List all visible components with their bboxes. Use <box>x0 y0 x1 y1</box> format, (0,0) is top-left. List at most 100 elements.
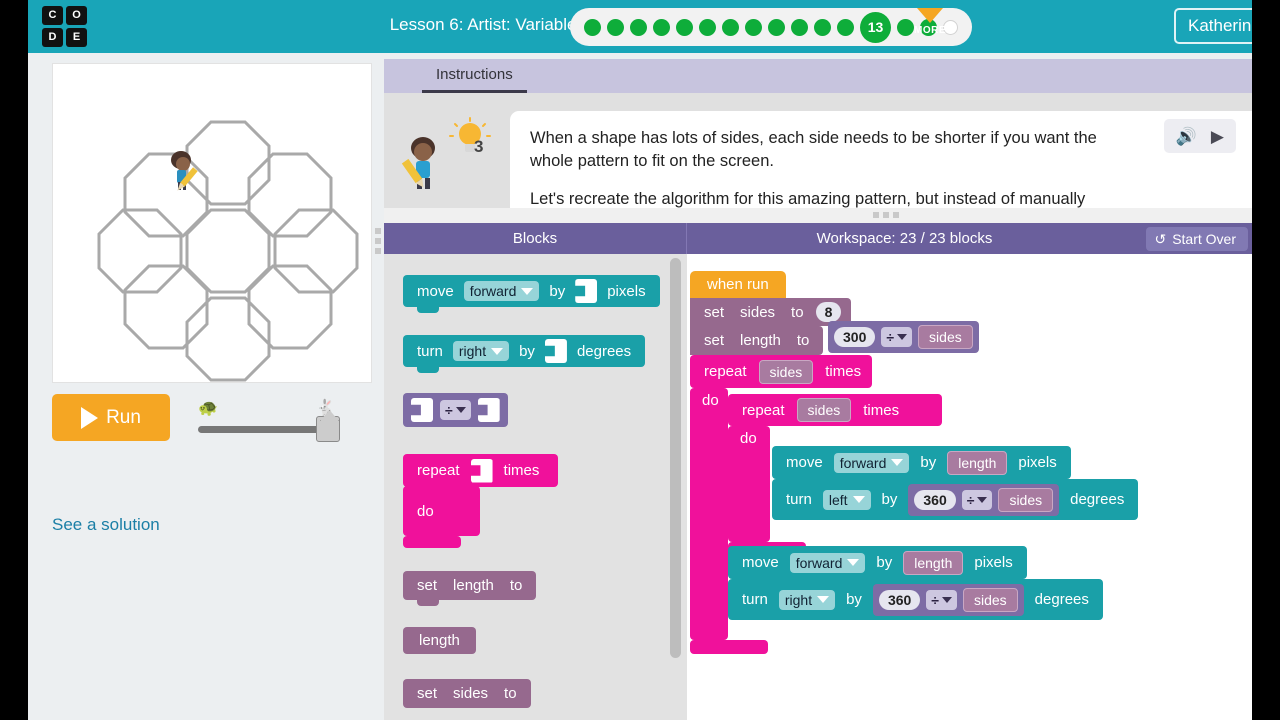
see-a-solution-link[interactable]: See a solution <box>52 515 160 535</box>
speed-slider-handle[interactable] <box>316 416 340 442</box>
number-input-8[interactable]: 8 <box>815 302 842 322</box>
play-icon[interactable]: ▶ <box>1211 128 1224 145</box>
block-word-degrees: degrees <box>1034 591 1089 608</box>
block-word-turn: turn <box>417 342 443 360</box>
workspace-block-turn-right-outer[interactable]: turn right by 360 ÷ sides degrees <box>728 579 1103 620</box>
progress-bubble-10[interactable] <box>791 18 808 36</box>
start-over-button[interactable]: ↺ Start Over <box>1146 227 1248 251</box>
workspace-block-move-forward-inner[interactable]: move forward by length pixels <box>772 446 1071 479</box>
palette-block-turn-right[interactable]: turn right by degrees <box>403 335 646 373</box>
value-slot[interactable] <box>575 279 598 303</box>
block-word-to: to <box>791 303 804 321</box>
block-word-by: by <box>876 554 893 571</box>
number-input-360[interactable]: 360 <box>878 589 921 610</box>
direction-dropdown[interactable]: right <box>778 589 836 610</box>
workspace-block-when-run[interactable]: when run <box>690 271 786 298</box>
progress-bubble-1[interactable] <box>584 18 601 36</box>
panel-splitter[interactable] <box>375 208 1252 254</box>
value-slot[interactable] <box>470 458 493 483</box>
palette-scrollbar[interactable] <box>670 258 681 658</box>
palette-block-set-sides[interactable]: set sides to <box>403 679 531 708</box>
operator-value: ÷ <box>445 402 453 418</box>
progress-bubble-current[interactable]: 13 <box>860 11 891 43</box>
variable-pill-length[interactable]: length <box>903 550 964 575</box>
variable-pill-sides[interactable]: sides <box>962 587 1018 612</box>
speed-slider[interactable]: 🐢 🐇 <box>198 398 343 442</box>
artist-canvas[interactable] <box>52 63 372 383</box>
workspace-block-set-length[interactable]: set length to <box>690 326 824 355</box>
codeorg-logo[interactable]: C O D E <box>42 6 88 48</box>
speed-slider-track[interactable] <box>198 426 335 433</box>
instructions-panel: Instructions 3 When a shape has lots of … <box>384 53 1252 236</box>
workspace-block-inner-repeat[interactable]: repeat sides times <box>728 394 942 426</box>
operator-dropdown[interactable]: ÷ <box>961 489 993 510</box>
progress-bubble-6[interactable] <box>699 18 716 36</box>
lesson-title: Lesson 6: Artist: Variables <box>389 15 585 34</box>
tab-instructions[interactable]: Instructions <box>422 59 527 93</box>
workspace-block-turn-left-inner[interactable]: turn left by 360 ÷ sides degrees <box>772 479 1139 520</box>
workspace-block-move-forward-outer[interactable]: move forward by length pixels <box>728 546 1027 579</box>
progress-bubble-4[interactable] <box>653 18 670 36</box>
progress-bubble-9[interactable] <box>768 18 785 36</box>
progress-bubble-3[interactable] <box>630 18 647 36</box>
user-menu-button[interactable]: Katherin <box>1174 8 1252 44</box>
value-slot[interactable] <box>544 339 567 363</box>
progress-bubble-12[interactable] <box>837 18 854 36</box>
run-button[interactable]: Run <box>52 394 170 441</box>
progress-bubble-8[interactable] <box>745 18 762 36</box>
workspace-block-division-length[interactable]: 300 ÷ sides <box>828 321 979 353</box>
number-input-360[interactable]: 360 <box>914 489 956 510</box>
progress-bubble-11[interactable] <box>814 18 831 36</box>
operator-dropdown[interactable]: ÷ <box>440 400 471 420</box>
palette-block-repeat[interactable]: repeat times <box>403 454 558 487</box>
direction-dropdown[interactable]: forward <box>833 452 910 473</box>
block-workspace[interactable]: when run set sides to 8 set length to 30… <box>688 254 1252 720</box>
horizontal-drag-handle[interactable] <box>873 212 899 218</box>
block-word-set: set <box>417 577 438 594</box>
vertical-drag-handle[interactable] <box>375 228 381 254</box>
block-word-set: set <box>417 685 438 702</box>
operator-value: ÷ <box>966 491 975 508</box>
direction-dropdown[interactable]: forward <box>789 552 866 573</box>
more-lessons-button[interactable]: MORE <box>906 8 954 36</box>
instructions-action-group: 🔊 ▶ <box>1163 119 1236 153</box>
variable-pill-sides[interactable]: sides <box>998 487 1054 512</box>
operator-dropdown[interactable]: ÷ <box>926 589 957 610</box>
variable-pill-sides[interactable]: sides <box>758 359 814 384</box>
progress-bubble-2[interactable] <box>607 18 624 36</box>
palette-block-set-length[interactable]: set length to <box>403 571 537 606</box>
variable-pill-length[interactable]: length <box>947 450 1008 475</box>
palette-block-repeat-do[interactable]: do <box>403 486 480 536</box>
number-input-300[interactable]: 300 <box>834 327 876 347</box>
progress-bubble-5[interactable] <box>676 18 693 36</box>
workspace-block-inner-repeat-body[interactable]: do <box>728 426 770 542</box>
palette-block-length-variable[interactable]: length <box>403 627 476 654</box>
chevron-down-icon <box>521 287 534 295</box>
variable-pill-sides[interactable]: sides <box>796 398 852 422</box>
direction-dropdown[interactable]: right <box>452 341 510 361</box>
direction-dropdown[interactable]: forward <box>463 281 540 301</box>
workspace-block-division-outer[interactable]: 360 ÷ sides <box>872 583 1024 616</box>
progress-bubble-7[interactable] <box>722 18 739 36</box>
variable-pill-sides[interactable]: sides <box>918 325 973 349</box>
palette-block-repeat-foot <box>403 536 461 548</box>
workspace-block-division-inner[interactable]: 360 ÷ sides <box>908 483 1060 516</box>
refresh-icon: ↺ <box>1154 231 1167 247</box>
operator-dropdown[interactable]: ÷ <box>881 327 913 347</box>
block-variable-sides: sides <box>453 685 489 702</box>
workspace-block-outer-repeat[interactable]: repeat sides times <box>690 355 872 388</box>
workspace-block-set-sides[interactable]: set sides to 8 <box>690 298 852 326</box>
value-slot-right[interactable] <box>477 398 500 422</box>
block-word-pixels: pixels <box>974 554 1013 571</box>
left-letterbox-bar <box>0 0 28 720</box>
direction-dropdown-value: forward <box>795 554 843 571</box>
direction-dropdown[interactable]: left <box>822 489 871 510</box>
workspace-block-outer-repeat-body[interactable]: do <box>690 388 728 640</box>
palette-block-move-forward[interactable]: move forward by pixels <box>403 275 660 313</box>
value-slot-left[interactable] <box>411 398 433 422</box>
block-palette[interactable]: move forward by pixels turn right by deg… <box>384 254 687 720</box>
chevron-down-icon <box>941 596 952 603</box>
speaker-icon[interactable]: 🔊 <box>1176 128 1197 145</box>
palette-block-division[interactable]: ÷ <box>403 393 508 427</box>
block-variable-length: length <box>419 632 460 649</box>
